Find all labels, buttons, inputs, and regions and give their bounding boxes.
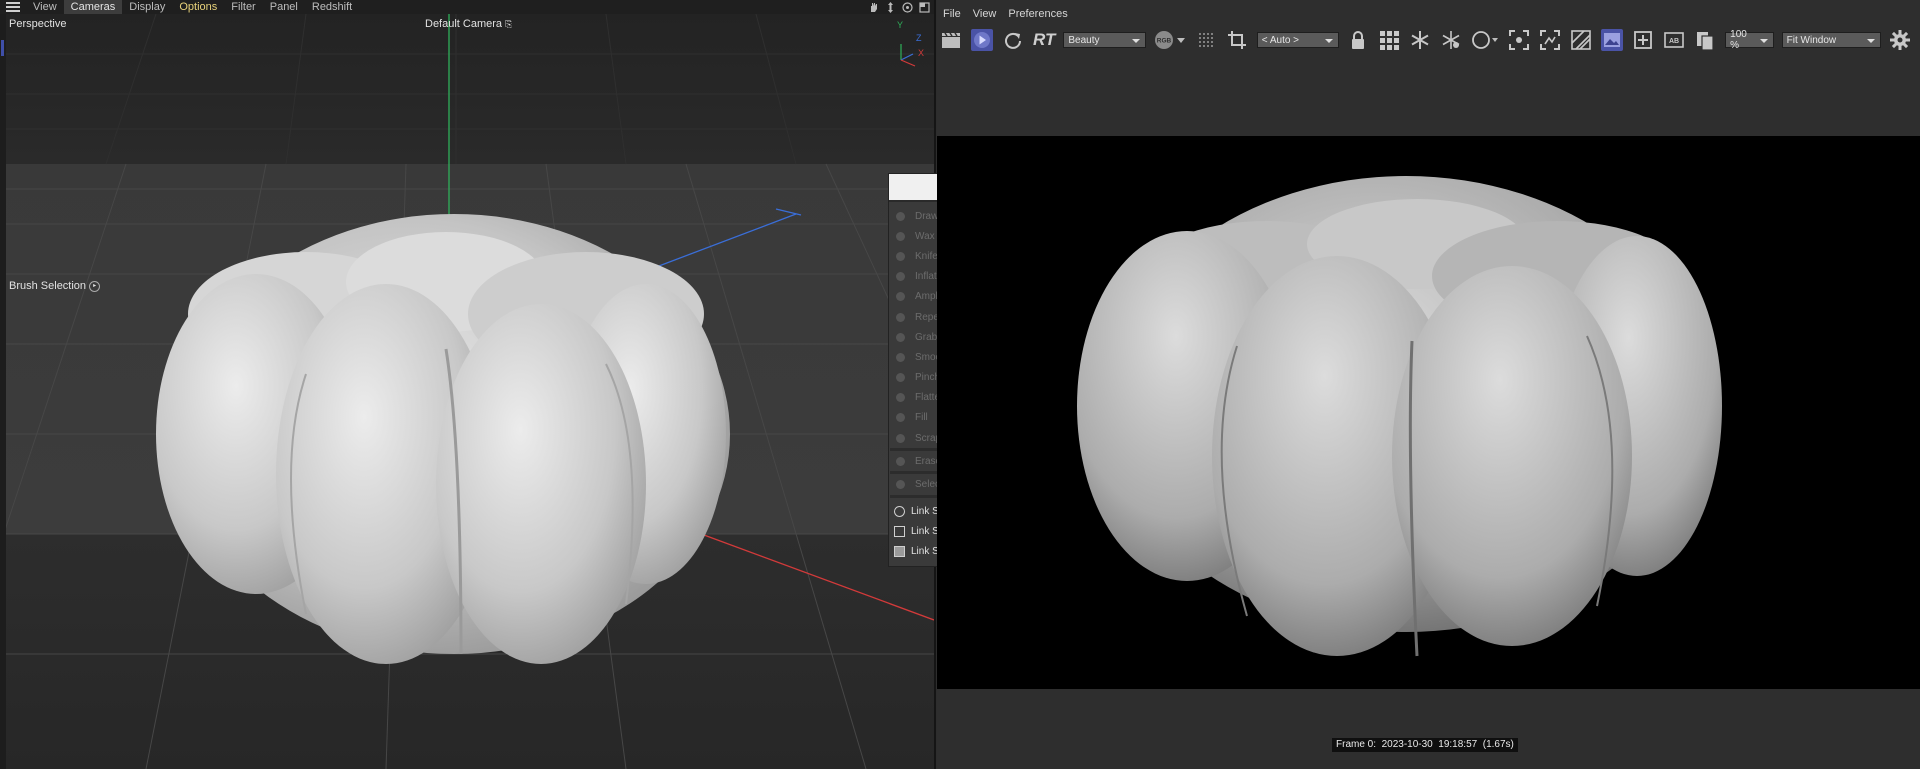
move-icon[interactable] <box>885 1 896 13</box>
axis-gizmo <box>900 44 916 67</box>
rt-label[interactable]: RT <box>1033 30 1055 50</box>
viewport-scene <box>6 14 934 769</box>
lock-icon[interactable] <box>1347 29 1369 51</box>
camera-rotate-icon[interactable] <box>902 1 913 13</box>
grid-icon[interactable] <box>1378 29 1400 51</box>
brush-icon <box>896 312 905 322</box>
menu-redshift[interactable]: Redshift <box>305 0 359 14</box>
axis-y-letter: Y <box>897 20 904 30</box>
snowflake-icon[interactable] <box>1409 29 1431 51</box>
aov-select[interactable]: Beauty <box>1063 32 1146 48</box>
circle-icon[interactable] <box>1471 29 1499 51</box>
brush-label: Knife <box>915 250 938 262</box>
brush-icon <box>896 433 905 443</box>
copy-icon[interactable] <box>1694 29 1716 51</box>
svg-text:RGB: RGB <box>1157 38 1172 45</box>
brush-icon <box>896 352 905 362</box>
snowflake-settings-icon[interactable] <box>1440 29 1462 51</box>
maximize-icon[interactable] <box>919 1 930 13</box>
menu-view[interactable]: View <box>967 8 1003 24</box>
region-icon[interactable] <box>1539 29 1561 51</box>
brush-label: Grab <box>915 331 938 343</box>
menu-file[interactable]: File <box>937 8 967 24</box>
menu-filter[interactable]: Filter <box>224 0 262 14</box>
brush-label: Fill <box>915 412 928 424</box>
compare-icon[interactable]: AB <box>1663 29 1685 51</box>
eraser-icon <box>896 456 905 466</box>
viewport-menubar: View Cameras Display Options Filter Pane… <box>0 0 936 14</box>
active-tool-marker <box>1 40 4 56</box>
link-strength-icon <box>894 526 905 538</box>
clapper-icon[interactable] <box>940 29 962 51</box>
crop-icon[interactable] <box>1226 29 1248 51</box>
render-status: Frame 0: 2023-10-30 19:18:57 (1.67s) <box>1332 738 1518 752</box>
view-name-label[interactable]: Perspective <box>9 18 66 30</box>
zoom-stepper[interactable]: 100 % <box>1725 29 1774 51</box>
camera-name-label[interactable]: Default Camera ⎘ <box>425 18 512 30</box>
rgb-icon[interactable]: RGB <box>1154 29 1186 51</box>
grid-dots-icon[interactable] <box>1195 29 1217 51</box>
brush-label: Wax <box>915 230 935 242</box>
brush-selection-label[interactable]: Brush Selection ▸ <box>9 280 101 292</box>
pumpkin-model <box>156 214 730 664</box>
brush-icon <box>896 231 905 241</box>
brush-selection-text: Brush Selection <box>9 280 87 292</box>
brush-label: Draw <box>915 210 939 222</box>
camera-select[interactable]: < Auto > <box>1256 32 1340 48</box>
gear-icon[interactable] <box>1889 29 1911 51</box>
render-view-panel: File View Preferences RT Beauty RGB < Au… <box>937 0 1920 769</box>
focus-icon[interactable] <box>1508 29 1530 51</box>
axis-x-letter: X <box>918 48 925 58</box>
menu-options[interactable]: Options <box>172 0 224 14</box>
menu-view[interactable]: View <box>26 0 64 14</box>
link-stencil-icon <box>894 546 905 558</box>
menu-preferences[interactable]: Preferences <box>1002 8 1073 24</box>
image-icon[interactable] <box>1601 29 1624 51</box>
perspective-viewport[interactable]: Y Z X Perspective Default Camera ⎘ Brush… <box>6 14 934 769</box>
brush-icon <box>896 211 905 221</box>
fit-select[interactable]: Fit Window <box>1781 32 1882 48</box>
select-icon <box>896 480 905 490</box>
camera-name-text: Default Camera <box>425 18 503 30</box>
menu-panel[interactable]: Panel <box>263 0 305 14</box>
camera-icon: ⎘ <box>505 19 513 29</box>
brush-icon <box>896 413 905 423</box>
add-snapshot-icon[interactable] <box>1632 29 1654 51</box>
brush-icon <box>896 393 905 403</box>
stripes-icon[interactable] <box>1570 29 1592 51</box>
axis-z-letter: Z <box>916 33 922 43</box>
render-view-toolbar: RT Beauty RGB < Auto > AB 100 % Fit Wind… <box>937 27 1920 53</box>
render-view-menubar: File View Preferences <box>937 8 1074 24</box>
brush-icon <box>896 251 905 261</box>
hamburger-menu-icon[interactable] <box>6 2 20 12</box>
hand-icon[interactable] <box>868 2 879 13</box>
menu-display[interactable]: Display <box>122 0 172 14</box>
brush-icon <box>896 332 905 342</box>
viewport-panel: View Cameras Display Options Filter Pane… <box>0 0 936 769</box>
brush-icon <box>896 373 905 383</box>
brush-icon <box>896 272 905 282</box>
play-icon[interactable] <box>971 29 993 51</box>
brush-selection-dropdown-icon[interactable]: ▸ <box>89 280 101 292</box>
link-size-icon <box>894 506 905 518</box>
rendered-pumpkin <box>1077 176 1722 657</box>
svg-text:AB: AB <box>1669 38 1679 45</box>
refresh-icon[interactable] <box>1002 29 1024 51</box>
brush-icon <box>896 292 905 302</box>
menu-cameras[interactable]: Cameras <box>63 0 123 14</box>
render-image[interactable] <box>937 136 1920 689</box>
